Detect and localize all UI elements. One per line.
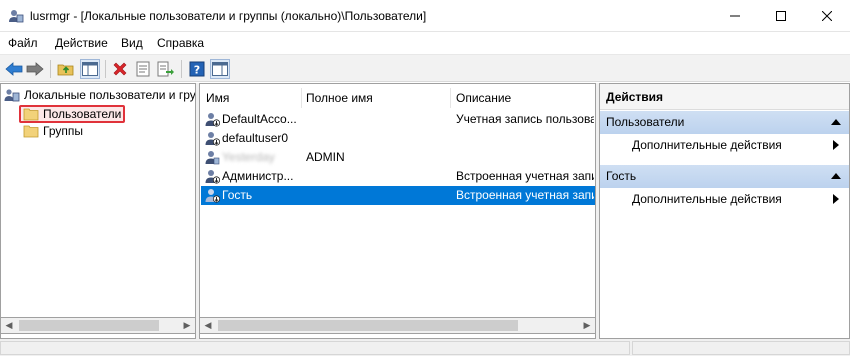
actions-pane: Действия Пользователи Дополнительные дей… (599, 83, 850, 339)
user-name: Yesterday (222, 150, 275, 164)
collapse-arrow-icon[interactable] (831, 173, 841, 179)
properties-icon (136, 61, 150, 77)
column-header-description[interactable]: Описание (456, 87, 511, 109)
tree-root-label: Локальные пользователи и гру (24, 88, 196, 102)
window-title: lusrmgr - [Локальные пользователи и груп… (30, 9, 427, 23)
actions-pane-title: Действия (600, 84, 849, 110)
folder-icon (23, 125, 39, 138)
toolbar: ? (0, 54, 850, 82)
show-hide-tree-button[interactable] (80, 59, 100, 79)
tree-root[interactable]: Локальные пользователи и гру (4, 88, 196, 102)
scroll-left-arrow-icon[interactable]: ◀ (1, 318, 17, 333)
minimize-icon (730, 15, 740, 17)
user-description: Встроенная учетная запи (456, 169, 594, 183)
forward-button[interactable] (25, 59, 45, 79)
table-row[interactable]: Администр... Встроенная учетная запи (201, 167, 595, 186)
show-hide-tree-icon (82, 62, 98, 76)
user-icon (205, 151, 220, 165)
more-actions-item[interactable]: Дополнительные действия (600, 189, 849, 209)
more-actions-item[interactable]: Дополнительные действия (600, 135, 849, 155)
maximize-icon (776, 11, 786, 21)
toolbar-separator (181, 60, 182, 78)
selected-highlight: Пользователи (19, 105, 126, 123)
maximize-button[interactable] (758, 0, 804, 32)
menu-action[interactable]: Действие (55, 36, 108, 50)
tree-horizontal-scrollbar[interactable]: ◀ ▶ (1, 317, 195, 334)
menu-bar: Файл Действие Вид Справка (0, 32, 850, 54)
back-arrow-icon (5, 62, 23, 76)
user-description: Встроенная учетная запи (456, 188, 594, 202)
user-disabled-icon (205, 170, 220, 184)
user-disabled-icon (205, 189, 220, 203)
column-divider[interactable] (301, 88, 302, 108)
toolbar-separator (50, 60, 51, 78)
toolbar-separator (105, 60, 106, 78)
user-name: DefaultAcco... (222, 112, 297, 126)
close-icon (822, 11, 832, 21)
delete-icon (113, 62, 127, 76)
user-name: Администр... (222, 169, 294, 183)
scroll-right-arrow-icon[interactable]: ▶ (579, 318, 595, 333)
export-list-button[interactable] (156, 59, 176, 79)
list-horizontal-scrollbar[interactable]: ◀ ▶ (200, 317, 595, 334)
title-bar: lusrmgr - [Локальные пользователи и груп… (0, 0, 850, 32)
submenu-arrow-icon (833, 140, 839, 150)
scrollbar-thumb[interactable] (218, 320, 518, 331)
scrollbar-thumb[interactable] (19, 320, 159, 331)
main-content: Локальные пользователи и гру Пользовател… (0, 83, 850, 356)
action-pane-icon (212, 62, 228, 76)
actions-group-users[interactable]: Пользователи (600, 111, 849, 134)
scroll-right-arrow-icon[interactable]: ▶ (179, 318, 195, 333)
tree-item-groups-label: Группы (43, 124, 83, 138)
table-row[interactable]: defaultuser0 (201, 129, 595, 148)
submenu-arrow-icon (833, 194, 839, 204)
scroll-left-arrow-icon[interactable]: ◀ (200, 318, 216, 333)
more-actions-label: Дополнительные действия (632, 192, 782, 206)
folder-icon (23, 108, 39, 121)
column-header-full-name[interactable]: Полное имя (306, 87, 373, 109)
user-description: Учетная запись пользова (456, 112, 594, 126)
tree-pane[interactable]: Локальные пользователи и гру Пользовател… (0, 83, 196, 339)
table-row-selected[interactable]: Гость Встроенная учетная запи (201, 186, 595, 205)
actions-group-label: Гость (606, 169, 637, 183)
actions-group-label: Пользователи (606, 115, 685, 129)
action-pane-button[interactable] (210, 59, 230, 79)
table-row[interactable]: DefaultAcco... Учетная запись пользова (201, 110, 595, 129)
properties-button[interactable] (133, 59, 153, 79)
svg-text:?: ? (194, 64, 200, 77)
more-actions-label: Дополнительные действия (632, 138, 782, 152)
minimize-button[interactable] (712, 0, 758, 32)
up-folder-icon (57, 64, 74, 76)
users-console-icon (8, 8, 24, 24)
delete-button[interactable] (110, 59, 130, 79)
user-name: Гость (222, 188, 253, 202)
user-disabled-icon (205, 132, 220, 146)
user-name: defaultuser0 (222, 131, 289, 145)
column-header-name[interactable]: Имя (206, 87, 229, 109)
user-disabled-icon (205, 113, 220, 127)
help-button[interactable]: ? (187, 59, 207, 79)
export-list-icon (157, 61, 174, 77)
column-divider[interactable] (450, 88, 451, 108)
tree-item-users-label: Пользователи (43, 107, 122, 121)
menu-view[interactable]: Вид (121, 36, 143, 50)
status-bar (0, 340, 850, 356)
status-cell (632, 341, 850, 355)
tree-item-groups[interactable]: Группы (23, 124, 83, 138)
local-users-groups-icon (4, 89, 20, 102)
tree-item-users[interactable]: Пользователи (19, 105, 126, 123)
user-full-name: ADMIN (306, 150, 345, 164)
actions-group-guest[interactable]: Гость (600, 165, 849, 188)
status-cell (0, 341, 630, 355)
close-button[interactable] (804, 0, 850, 32)
menu-file[interactable]: Файл (8, 36, 38, 50)
back-button[interactable] (4, 59, 24, 79)
forward-arrow-icon (26, 62, 44, 76)
users-list-pane: Имя Полное имя Описание DefaultAcco... У… (199, 83, 596, 339)
table-row[interactable]: Yesterday ADMIN (201, 148, 595, 167)
up-level-button[interactable] (56, 59, 76, 79)
menu-help[interactable]: Справка (157, 36, 204, 50)
collapse-arrow-icon[interactable] (831, 119, 841, 125)
help-icon: ? (189, 61, 205, 77)
